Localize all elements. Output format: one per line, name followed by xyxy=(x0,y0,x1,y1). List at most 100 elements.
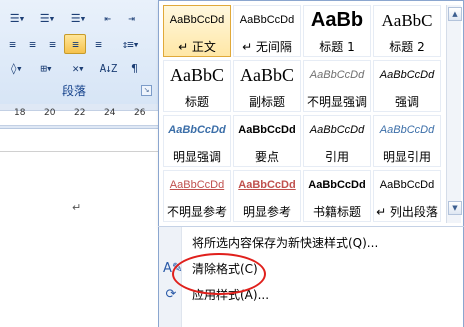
style-tile[interactable]: AaBbCcDd 引用 xyxy=(303,115,371,167)
style-sample: AaBbCcDd xyxy=(239,14,295,26)
multilevel-list-button[interactable]: ☰▾ xyxy=(62,8,94,28)
numbering-icon: ☰▾ xyxy=(39,11,56,25)
style-tile[interactable]: AaBb 标题 1 xyxy=(303,5,371,57)
style-sample: AaBbC xyxy=(381,11,433,30)
align-left-button[interactable]: ≡ xyxy=(2,34,22,54)
style-name: 引用 xyxy=(324,150,349,164)
style-name: 明显参考 xyxy=(242,205,291,219)
style-name: 要点 xyxy=(254,150,279,164)
line-spacing-icon: ↕≡▾ xyxy=(121,37,140,51)
style-name: ↵ 正文 xyxy=(178,40,216,54)
borders-button[interactable]: ⊞▾ xyxy=(32,58,60,78)
style-name: 标题 2 xyxy=(389,40,425,54)
paragraph-mark: ↵ xyxy=(72,201,82,214)
save-as-quick-style-item[interactable]: 将所选内容保存为新快速样式(Q)... xyxy=(182,231,458,255)
line-spacing-button[interactable]: ↕≡▾ xyxy=(112,34,148,54)
style-tile[interactable]: AaBbCcDd 要点 xyxy=(233,115,301,167)
quick-styles-gallery: AaBbCcDd ↵ 正文 AaBbCcDd ↵ 无间隔 AaBb 标题 1 AaBbC 标题… xyxy=(158,0,464,228)
style-name: 强调 xyxy=(394,95,419,109)
sort-button[interactable]: A↓Z xyxy=(96,58,120,78)
style-sample: AaBbC xyxy=(170,65,224,85)
style-tile[interactable]: AaBbCcDd 明显参考 xyxy=(233,170,301,222)
style-tile[interactable]: AaBbCcDd 不明显强调 xyxy=(303,60,371,112)
ruler-number: 18 xyxy=(14,108,26,118)
style-tile[interactable]: AaBbCcDd ↵ 列出段落 xyxy=(373,170,441,222)
style-name: ↵ 无间隔 xyxy=(242,40,292,54)
style-name: ↵ 列出段落 xyxy=(376,205,438,219)
align-left-icon: ≡ xyxy=(9,37,16,51)
style-sample: AaBbCcDd xyxy=(379,179,435,191)
horizontal-ruler[interactable]: 18 20 22 24 26 xyxy=(0,104,160,129)
scroll-up-button[interactable]: ▲ xyxy=(448,7,462,21)
style-sample: AaBbCcDd xyxy=(379,124,435,136)
chinese-layout-icon: ✕▾ xyxy=(72,61,84,75)
style-tile[interactable]: AaBbCcDd 强调 xyxy=(373,60,441,112)
align-right-icon: ≡ xyxy=(49,37,56,51)
style-tile[interactable]: AaBbCcDd ↵ 无间隔 xyxy=(233,5,301,57)
decrease-indent-icon: ⇤ xyxy=(104,11,111,25)
style-tile[interactable]: AaBbCcDd 书籍标题 xyxy=(303,170,371,222)
borders-icon: ⊞▾ xyxy=(40,61,52,75)
style-name: 不明显强调 xyxy=(306,95,367,109)
distributed-icon: ≡ xyxy=(95,37,102,51)
pilcrow-icon: ¶ xyxy=(131,61,138,75)
ruler-number: 20 xyxy=(44,108,56,118)
bullets-icon: ☰▾ xyxy=(9,11,26,25)
style-name: 不明显参考 xyxy=(166,205,227,219)
style-tile[interactable]: AaBbCcDd 明显强调 xyxy=(163,115,231,167)
shading-button[interactable]: ◊▾ xyxy=(2,58,30,78)
decrease-indent-button[interactable]: ⇤ xyxy=(96,8,118,28)
style-sample: AaBbCcDd xyxy=(308,179,366,191)
style-sample: AaBbCcDd xyxy=(309,69,365,81)
style-tile[interactable]: AaBbC 副标题 xyxy=(233,60,301,112)
apply-styles-icon: ⟳ xyxy=(165,287,177,302)
style-tile[interactable]: AaBbCcDd ↵ 正文 xyxy=(163,5,231,57)
style-name: 明显强调 xyxy=(172,150,221,164)
page-margin-line xyxy=(0,151,160,152)
document-page[interactable]: ↵ xyxy=(0,129,160,327)
paint-bucket-icon: ◊▾ xyxy=(10,61,22,75)
style-sample: AaBbCcDd xyxy=(168,124,226,136)
distributed-button[interactable]: ≡ xyxy=(88,34,108,54)
center-button[interactable]: ≡ xyxy=(22,34,42,54)
style-name: 标题 xyxy=(184,95,209,109)
align-right-button[interactable]: ≡ xyxy=(42,34,62,54)
ruler-number: 22 xyxy=(74,108,86,118)
style-sample: AaBbCcDd xyxy=(169,179,225,191)
style-name: 书籍标题 xyxy=(312,205,361,219)
style-name: 标题 1 xyxy=(319,40,355,54)
increase-indent-button[interactable]: ⇥ xyxy=(120,8,142,28)
chinese-layout-button[interactable]: ✕▾ xyxy=(64,58,92,78)
style-name: 副标题 xyxy=(248,95,285,109)
style-tile[interactable]: AaBbC 标题 2 xyxy=(373,5,441,57)
style-tile[interactable]: AaBbCcDd 明显引用 xyxy=(373,115,441,167)
style-sample: AaBb xyxy=(310,9,364,31)
ribbon-paragraph-group: ☰▾ ☰▾ ☰▾ ⇤ ⇥ ≡ ≡ ≡ ≡ ≡ ↕≡▾ ◊▾ ⊞▾ ✕▾ A↓Z … xyxy=(0,0,160,105)
increase-indent-icon: ⇥ xyxy=(128,11,135,25)
scroll-down-button[interactable]: ▼ xyxy=(448,201,462,215)
multilevel-list-icon: ☰▾ xyxy=(70,11,87,25)
show-marks-button[interactable]: ¶ xyxy=(124,58,144,78)
style-sample: AaBbCcDd xyxy=(238,179,296,191)
style-sample: AaBbCcDd xyxy=(379,69,435,81)
style-tile[interactable]: AaBbC 标题 xyxy=(163,60,231,112)
paragraph-group-label: 段落 xyxy=(61,84,86,98)
ruler-number: 26 xyxy=(134,108,146,118)
dialog-launcher-icon[interactable]: ↘ xyxy=(141,85,152,96)
bullets-button[interactable]: ☰▾ xyxy=(2,8,32,28)
gallery-scrollbar[interactable]: ▲ ▼ xyxy=(446,5,462,223)
style-tile[interactable]: AaBbCcDd 不明显参考 xyxy=(163,170,231,222)
style-name: 明显引用 xyxy=(382,150,431,164)
style-sample: AaBbCcDd xyxy=(309,124,365,136)
sort-icon: A↓Z xyxy=(99,61,118,75)
justify-button[interactable]: ≡ xyxy=(64,34,86,54)
menu-item-label: 将所选内容保存为新快速样式(Q)... xyxy=(192,236,379,250)
numbering-button[interactable]: ☰▾ xyxy=(32,8,62,28)
ruler-number: 24 xyxy=(104,108,116,118)
annotation-highlight-ellipse xyxy=(172,253,266,295)
align-center-icon: ≡ xyxy=(29,37,36,51)
justify-icon: ≡ xyxy=(72,37,79,51)
style-sample: AaBbCcDd xyxy=(169,14,225,26)
style-sample: AaBbC xyxy=(240,65,294,85)
style-sample: AaBbCcDd xyxy=(238,124,296,136)
